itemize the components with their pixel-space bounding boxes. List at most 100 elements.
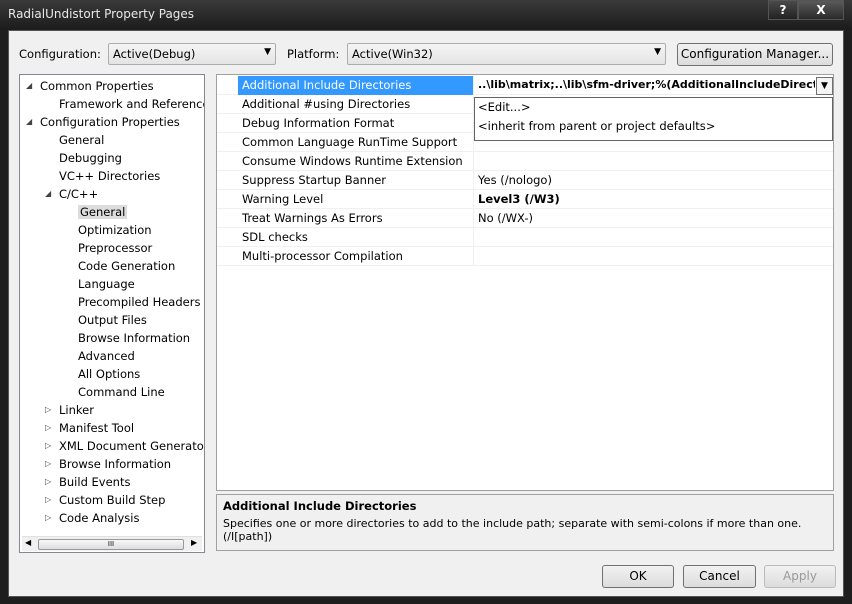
tree-item[interactable]: All Options	[78, 365, 140, 383]
property-row[interactable]: Suppress Startup Banner Yes (/nologo)	[217, 171, 833, 190]
tree-item[interactable]: ▷ Linker	[45, 401, 94, 419]
expand-arrow-icon[interactable]: ▷	[45, 509, 51, 527]
expand-arrow-icon[interactable]: ▷	[45, 401, 51, 419]
tree-item[interactable]: Browse Information	[78, 329, 190, 347]
horizontal-scrollbar[interactable]: ◀ III ▶	[22, 536, 202, 551]
scroll-left-icon[interactable]: ◀	[25, 538, 31, 547]
platform-select[interactable]: Active(Win32) ▼	[347, 43, 666, 65]
platform-value: Active(Win32)	[352, 47, 433, 61]
tree-item-label: Framework and References	[59, 97, 205, 111]
value-dropdown-button[interactable]: ▼	[816, 77, 833, 95]
tree-item[interactable]: Advanced	[78, 347, 135, 365]
help-button[interactable]: ?	[768, 0, 798, 20]
tree-item-label: Advanced	[78, 349, 135, 363]
property-name: Multi-processor Compilation	[238, 247, 474, 266]
tree-item[interactable]: Debugging	[59, 149, 122, 167]
tree-item[interactable]: Output Files	[78, 311, 147, 329]
property-value[interactable]: Yes (/nologo)	[474, 171, 833, 190]
collapse-arrow-icon[interactable]: ◢	[26, 77, 32, 95]
expand-arrow-icon[interactable]: ▷	[45, 491, 51, 509]
tree-item[interactable]: Command Line	[78, 383, 165, 401]
expand-arrow-icon[interactable]: ▷	[45, 419, 51, 437]
cancel-button[interactable]: Cancel	[683, 565, 756, 588]
tree-item[interactable]: ◢ Configuration Properties	[26, 113, 180, 131]
tree-item[interactable]: ◢ C/C++	[45, 185, 98, 203]
collapse-arrow-icon[interactable]: ◢	[45, 185, 51, 203]
chevron-down-icon: ▼	[821, 81, 828, 91]
property-row[interactable]: Warning Level Level3 (/W3)	[217, 190, 833, 209]
property-tree[interactable]: ◢ Common Properties Framework and Referenc…	[19, 74, 205, 553]
tree-item-label: Code Analysis	[59, 511, 140, 525]
tree-item[interactable]: General	[59, 131, 104, 149]
tree-item[interactable]: Framework and References	[59, 95, 205, 113]
configuration-manager-button[interactable]: Configuration Manager...	[677, 43, 833, 66]
tree-item-label: Browse Information	[78, 331, 191, 345]
property-name: Common Language RunTime Support	[238, 133, 474, 152]
description-title: Additional Include Directories	[223, 499, 417, 513]
configuration-value: Active(Debug)	[113, 47, 196, 61]
close-button[interactable]: X	[798, 0, 844, 20]
scroll-right-icon[interactable]: ▶	[191, 538, 197, 547]
configuration-label: Configuration:	[19, 47, 101, 61]
tree-item[interactable]: Code Generation	[78, 257, 175, 275]
value-dropdown-list[interactable]: <Edit...> <inherit from parent or projec…	[474, 97, 833, 141]
scroll-thumb[interactable]: III	[38, 539, 184, 550]
tree-item-label: General	[78, 205, 128, 219]
property-row[interactable]: SDL checks	[217, 228, 833, 247]
tree-item-label: Language	[78, 277, 135, 291]
property-value[interactable]	[474, 152, 833, 171]
tree-item[interactable]: Language	[78, 275, 135, 293]
tree-item[interactable]: Preprocessor	[78, 239, 152, 257]
description-switch: (/I[path])	[223, 530, 273, 543]
property-value[interactable]: Level3 (/W3)	[474, 190, 833, 209]
description-text: Specifies one or more directories to add…	[223, 517, 802, 530]
ok-button[interactable]: OK	[602, 565, 674, 588]
tree-item[interactable]: ▷ XML Document Generator	[45, 437, 205, 455]
tree-item-label: Manifest Tool	[59, 421, 135, 435]
expand-arrow-icon[interactable]: ▷	[45, 455, 51, 473]
tree-item-label: Browse Information	[59, 457, 172, 471]
tree-item[interactable]: VC++ Directories	[59, 167, 160, 185]
property-value[interactable]: ..\lib\matrix;..\lib\sfm-driver;%(Additi…	[474, 76, 815, 95]
platform-label: Platform:	[287, 47, 340, 61]
tree-item[interactable]: ◢ Common Properties	[26, 77, 154, 95]
property-row[interactable]: Multi-processor Compilation	[217, 247, 833, 266]
configuration-select[interactable]: Active(Debug) ▼	[108, 43, 276, 65]
tree-item[interactable]: ▷ Manifest Tool	[45, 419, 135, 437]
chevron-down-icon: ▼	[654, 47, 661, 57]
apply-button[interactable]: Apply	[764, 565, 836, 588]
tree-item-label: Custom Build Step	[59, 493, 166, 507]
tree-item-label: Optimization	[78, 223, 152, 237]
tree-item[interactable]: ▷ Code Analysis	[45, 509, 140, 527]
property-value[interactable]	[474, 247, 833, 266]
property-value[interactable]: No (/WX-)	[474, 209, 833, 228]
dropdown-option-edit[interactable]: <Edit...>	[475, 98, 832, 117]
tree-item-label: General	[59, 133, 105, 147]
tree-item-label: Preprocessor	[78, 241, 153, 255]
tree-item-label: All Options	[78, 367, 141, 381]
tree-item-label: Command Line	[78, 385, 165, 399]
tree-item[interactable]: Optimization	[78, 221, 152, 239]
dropdown-option-inherit[interactable]: <inherit from parent or project defaults…	[475, 117, 832, 136]
expand-arrow-icon[interactable]: ▷	[45, 473, 51, 491]
tree-item[interactable]: ▷ Browse Information	[45, 455, 172, 473]
property-value[interactable]	[474, 228, 833, 247]
property-row[interactable]: Consume Windows Runtime Extension	[217, 152, 833, 171]
property-name: SDL checks	[238, 228, 474, 247]
expand-arrow-icon[interactable]: ▷	[45, 437, 51, 455]
tree-item-label: XML Document Generator	[59, 439, 205, 453]
property-row[interactable]: Treat Warnings As Errors No (/WX-)	[217, 209, 833, 228]
property-name: Treat Warnings As Errors	[238, 209, 474, 228]
tree-item[interactable]: Precompiled Headers	[78, 293, 200, 311]
property-row[interactable]: Additional Include Directories ..\lib\mat…	[217, 76, 833, 95]
tree-item[interactable]: ▷ Build Events	[45, 473, 130, 491]
tree-item-label: Code Generation	[78, 259, 176, 273]
tree-item[interactable]: ▷ Custom Build Step	[45, 491, 166, 509]
tree-item-label: Common Properties	[40, 79, 154, 93]
window-title: RadialUndistort Property Pages	[8, 7, 195, 21]
tree-item-label: Output Files	[78, 313, 147, 327]
collapse-arrow-icon[interactable]: ◢	[26, 113, 32, 131]
tree-item[interactable]: General	[78, 203, 128, 221]
property-name: Suppress Startup Banner	[238, 171, 474, 190]
property-name: Debug Information Format	[238, 114, 474, 133]
